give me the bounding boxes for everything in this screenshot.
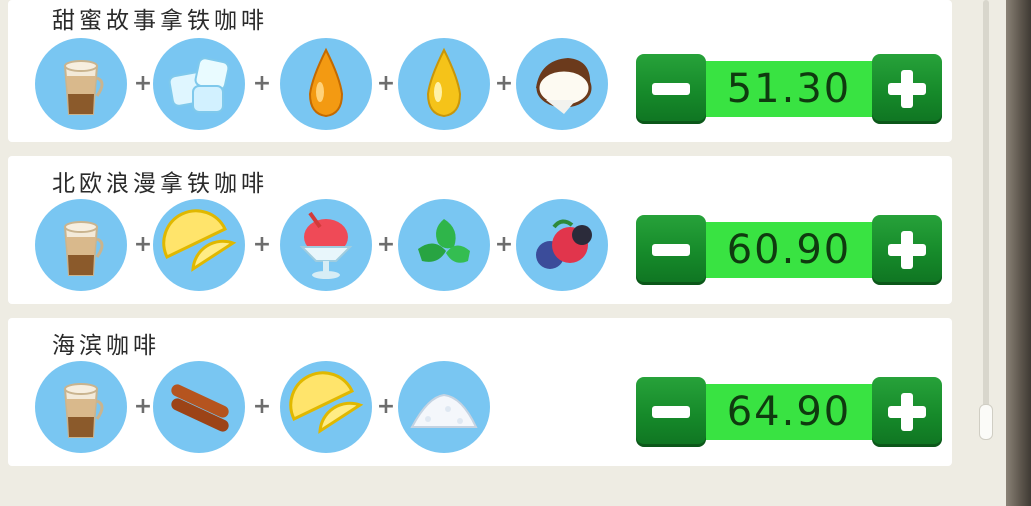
- coconut-icon: [516, 38, 608, 130]
- price-value: 60.90: [726, 227, 852, 273]
- latte-icon: [35, 361, 127, 453]
- recipe-card: 海滨咖啡 + + + 64.90: [8, 318, 952, 466]
- price-value: 51.30: [726, 66, 852, 112]
- plus-sign: +: [252, 394, 272, 419]
- berries-icon: [516, 199, 608, 291]
- quantity-stepper: 64.90: [636, 377, 942, 447]
- minus-button[interactable]: [636, 215, 706, 285]
- latte-icon: [35, 38, 127, 130]
- plus-sign: +: [494, 71, 514, 96]
- plus-button[interactable]: [872, 215, 942, 285]
- quantity-stepper: 51.30: [636, 54, 942, 124]
- latte-icon: [35, 199, 127, 291]
- plus-sign: +: [376, 394, 396, 419]
- quantity-stepper: 60.90: [636, 215, 942, 285]
- lemon-icon: [153, 199, 245, 291]
- plus-sign: +: [252, 71, 272, 96]
- background-edge: [1006, 0, 1031, 506]
- recipe-card: 甜蜜故事拿铁咖啡 + + + + 51.30: [8, 0, 952, 142]
- minus-button[interactable]: [636, 377, 706, 447]
- scrollbar-thumb[interactable]: [979, 404, 993, 440]
- price-value: 64.90: [726, 389, 852, 435]
- honey-drop-icon: [280, 38, 372, 130]
- salt-icon: [398, 361, 490, 453]
- recipe-name: 北欧浪漫拿铁咖啡: [52, 171, 268, 197]
- ice-cubes-icon: [153, 38, 245, 130]
- recipe-card: 北欧浪漫拿铁咖啡 + + + + 60.90: [8, 156, 952, 304]
- mint-icon: [398, 199, 490, 291]
- plus-sign: +: [133, 394, 153, 419]
- plus-button[interactable]: [872, 54, 942, 124]
- recipe-name: 甜蜜故事拿铁咖啡: [52, 8, 268, 34]
- plus-sign: +: [133, 232, 153, 257]
- plus-sign: +: [252, 232, 272, 257]
- recipe-name: 海滨咖啡: [52, 333, 160, 359]
- plus-sign: +: [494, 232, 514, 257]
- cinnamon-icon: [153, 361, 245, 453]
- plus-button[interactable]: [872, 377, 942, 447]
- plus-sign: +: [376, 232, 396, 257]
- scrollbar-track[interactable]: [983, 0, 989, 440]
- oil-drop-icon: [398, 38, 490, 130]
- plus-sign: +: [133, 71, 153, 96]
- minus-button[interactable]: [636, 54, 706, 124]
- plus-sign: +: [376, 71, 396, 96]
- lemon-icon: [280, 361, 372, 453]
- sundae-icon: [280, 199, 372, 291]
